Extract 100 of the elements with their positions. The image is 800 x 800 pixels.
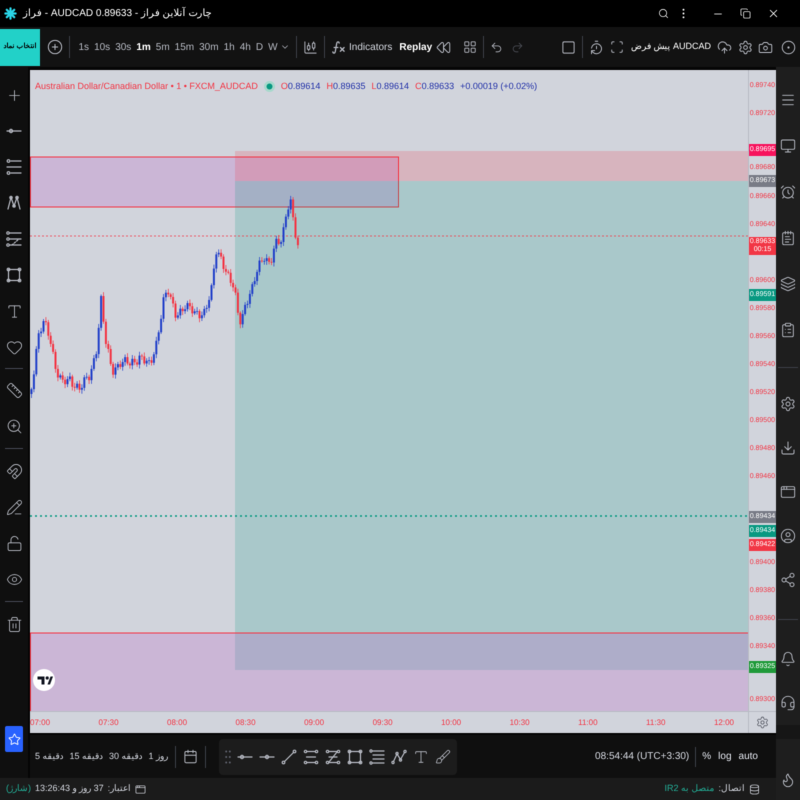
settings-icon[interactable] <box>738 40 753 54</box>
star-icon <box>8 732 20 746</box>
square-icon[interactable] <box>560 40 576 54</box>
text-tool-icon[interactable] <box>413 748 430 764</box>
layout-name[interactable]: پیش فرض AUDCAD <box>630 40 711 54</box>
credit-label: اعتبار: <box>108 782 132 796</box>
credit-value: 37 روز و 13:26:43 <box>35 782 104 796</box>
replay-button[interactable]: Replay <box>399 40 432 54</box>
stacked-lines-icon[interactable] <box>369 748 386 764</box>
time-tick-label: 11:00 <box>578 716 598 728</box>
time-tick-label: 07:30 <box>98 716 119 728</box>
add-symbol-icon[interactable] <box>47 39 63 55</box>
settings-icon[interactable] <box>780 396 796 412</box>
parallel-channel-icon[interactable] <box>303 748 320 764</box>
scale-option-button[interactable]: log <box>718 749 732 764</box>
rectangle-tool-icon[interactable] <box>347 748 364 764</box>
share-icon[interactable] <box>780 572 796 588</box>
flame-icon[interactable] <box>780 772 796 788</box>
time-tick-label: 07:00 <box>30 716 50 728</box>
recharge-link[interactable]: (شارژ) <box>6 782 31 796</box>
favorites-button[interactable] <box>5 726 23 752</box>
unlocked-icon[interactable] <box>6 534 22 552</box>
close-icon[interactable] <box>767 7 780 20</box>
window-icon[interactable] <box>780 484 796 500</box>
headset-icon[interactable] <box>780 695 796 711</box>
alarm-clock-icon[interactable] <box>780 184 796 200</box>
brush-icon[interactable] <box>435 748 452 764</box>
notepad-icon[interactable] <box>780 230 796 246</box>
scale-option-button[interactable]: % <box>702 749 712 764</box>
interval-tab[interactable]: 15m <box>172 40 197 54</box>
target-icon[interactable] <box>780 40 796 54</box>
interval-tab[interactable]: 1m <box>134 40 154 54</box>
clipboard-list-icon[interactable] <box>780 322 796 338</box>
interval-tab[interactable]: 10s <box>92 40 113 54</box>
pattern-tool-icon[interactable] <box>6 195 22 211</box>
app-logo-icon <box>4 7 17 20</box>
range-button[interactable]: 15 دقیقه <box>70 750 104 764</box>
interval-tab[interactable]: 4h <box>237 40 254 54</box>
horizontal-lines-icon[interactable] <box>6 159 22 175</box>
trend-line-icon[interactable] <box>281 748 298 764</box>
undo-icon[interactable] <box>490 40 504 54</box>
drag-handle-icon[interactable] <box>225 750 232 764</box>
interval-tab[interactable]: 30s <box>112 40 134 54</box>
time-tick-label: 10:30 <box>510 716 530 728</box>
interval-tab[interactable]: 1h <box>221 40 238 54</box>
rewind-icon[interactable] <box>436 40 452 54</box>
function-icon[interactable] <box>331 40 346 54</box>
time-tick-label: 11:30 <box>646 716 666 728</box>
time-tick-label: 09:30 <box>372 716 393 728</box>
time-tick-label: 10:00 <box>441 716 462 728</box>
settings-icon[interactable] <box>756 716 769 729</box>
connection-label: اتصال: <box>718 782 745 796</box>
logo-icon <box>33 669 55 691</box>
connection-value: متصل به IR2 <box>664 782 714 796</box>
symbol-title: Australian Dollar/Canadian Dollar • 1 • FXCM_AUDCAD <box>35 80 258 93</box>
interval-tab[interactable]: W <box>266 40 280 54</box>
trash-icon[interactable] <box>6 616 22 632</box>
interval-tab[interactable]: 1s <box>76 40 92 54</box>
ohlc-value: H0.89635 <box>326 80 366 93</box>
layers-icon[interactable] <box>780 276 796 292</box>
heart-icon[interactable] <box>6 338 22 356</box>
diagonal-channel-icon[interactable] <box>325 748 342 764</box>
fullscreen-icon[interactable] <box>610 40 624 54</box>
rectangle-tool-icon[interactable] <box>6 267 22 283</box>
time-tick-label: 12:00 <box>714 716 734 728</box>
path-tool-icon[interactable] <box>391 748 408 764</box>
projection-tool-icon[interactable] <box>6 231 22 247</box>
monitor-icon[interactable] <box>780 138 796 154</box>
time-tick-label: 08:30 <box>236 716 256 728</box>
text-tool-icon[interactable] <box>6 302 22 320</box>
ruler-icon[interactable] <box>6 382 22 398</box>
window-icon <box>135 784 146 794</box>
range-button[interactable]: 30 دقیقه <box>109 750 143 764</box>
interval-tab[interactable]: 30m <box>196 40 222 54</box>
interval-tab[interactable]: D <box>253 40 266 54</box>
menu-icon[interactable] <box>780 92 796 108</box>
candlestick-icon[interactable] <box>303 40 318 54</box>
range-button[interactable]: 1 روز <box>148 750 168 764</box>
restore-icon[interactable] <box>740 8 751 19</box>
time-tick-label: 08:00 <box>167 716 188 728</box>
pencil-icon[interactable] <box>6 498 22 516</box>
timer-icon[interactable] <box>588 40 604 54</box>
grid-icon[interactable] <box>463 40 478 54</box>
zoom-in-icon[interactable] <box>6 418 22 434</box>
bell-icon[interactable] <box>780 651 796 667</box>
indicators-button[interactable]: Indicators <box>349 40 392 54</box>
range-button[interactable]: 5 دقیقه <box>35 750 64 764</box>
status-dot-icon <box>264 81 275 92</box>
magnet-icon[interactable] <box>6 462 22 480</box>
calendar-icon[interactable] <box>183 749 198 764</box>
scale-option-button[interactable]: auto <box>738 749 758 764</box>
user-icon[interactable] <box>780 528 796 544</box>
window-title: فراز - AUDCAD 0.89633 - چارت آنلاین فراز <box>22 6 212 21</box>
search-icon[interactable] <box>658 8 669 19</box>
ohlc-value: L0.89614 <box>372 80 410 93</box>
camera-icon[interactable] <box>758 40 773 54</box>
interval-tab[interactable]: 5m <box>153 40 172 54</box>
download-icon[interactable] <box>780 440 796 456</box>
ohlc-value: O0.89614 <box>280 80 320 93</box>
cloud-icon[interactable] <box>717 40 732 54</box>
